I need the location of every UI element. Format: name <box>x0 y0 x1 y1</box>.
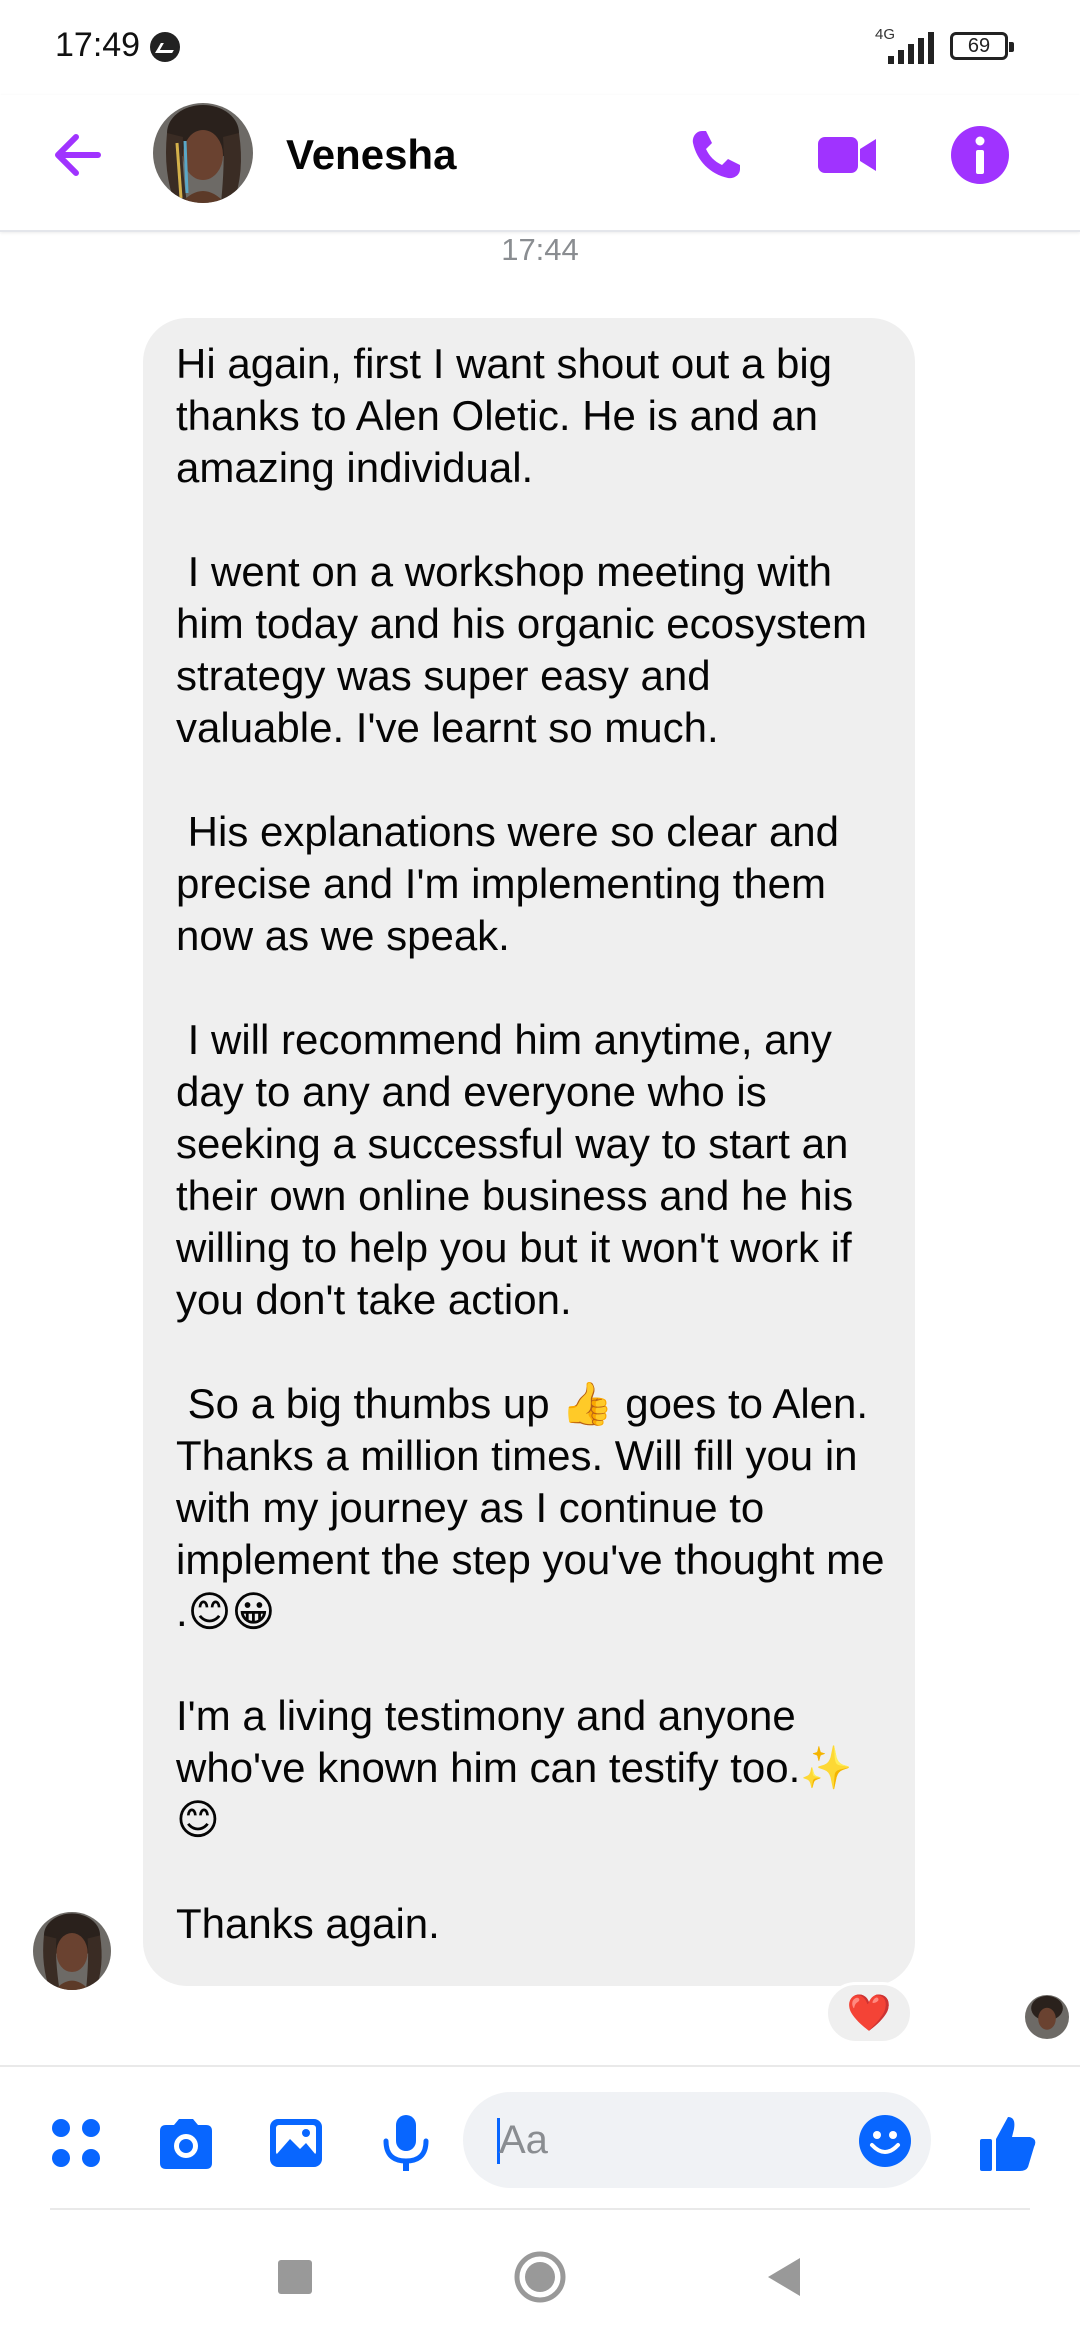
info-icon[interactable] <box>948 123 1012 187</box>
gallery-icon[interactable] <box>264 2111 328 2175</box>
message-paragraph: Hi again, first I want shout out a big t… <box>176 340 844 491</box>
contact-avatar[interactable] <box>153 103 253 203</box>
message-paragraph: His explanations were so clear and preci… <box>176 808 851 959</box>
message-paragraph: I went on a workshop meeting with him to… <box>176 548 879 751</box>
phone-icon[interactable] <box>684 123 748 187</box>
contact-name[interactable]: Venesha <box>286 131 456 179</box>
composer-divider <box>50 2208 1030 2210</box>
message-input[interactable]: Aa <box>463 2092 931 2188</box>
message-paragraph: I will recommend him anytime, any day to… <box>176 1016 865 1323</box>
heart-reaction[interactable]: ❤️ <box>825 1982 913 2044</box>
nav-recents-icon[interactable] <box>268 2250 322 2304</box>
sender-avatar[interactable] <box>33 1912 111 1990</box>
status-bar: 17:49 4G 69 <box>0 0 1080 95</box>
status-time: 17:49 <box>55 26 141 64</box>
message-paragraph: Thanks again. <box>176 1900 440 1947</box>
message-paragraph: So a big thumbs up 👍 goes to Alen. Thank… <box>176 1380 897 1635</box>
microphone-icon[interactable] <box>374 2111 438 2175</box>
back-arrow-icon[interactable] <box>48 125 108 185</box>
message-paragraph: I'm a living testimony and anyone who've… <box>176 1692 865 1843</box>
nav-back-icon[interactable] <box>758 2250 812 2304</box>
message-bubble[interactable]: Hi again, first I want shout out a big t… <box>143 318 915 1986</box>
system-navigation-bar <box>0 2212 1080 2340</box>
signal-strength-icon <box>888 30 936 64</box>
message-composer: Aa <box>0 2065 1080 2212</box>
video-camera-icon[interactable] <box>814 123 878 187</box>
emoji-icon[interactable] <box>857 2113 913 2169</box>
messenger-notification-icon <box>150 32 180 62</box>
seen-receipt-avatar <box>1025 1995 1069 2039</box>
message-input-placeholder: Aa <box>499 2118 548 2162</box>
nav-home-icon[interactable] <box>513 2250 567 2304</box>
camera-icon[interactable] <box>154 2111 218 2175</box>
conversation-header: Venesha <box>0 95 1080 232</box>
thumbs-up-icon[interactable] <box>976 2111 1040 2175</box>
message-timestamp: 17:44 <box>501 232 579 267</box>
battery-indicator: 69 <box>950 32 1014 60</box>
apps-grid-icon[interactable] <box>44 2111 108 2175</box>
